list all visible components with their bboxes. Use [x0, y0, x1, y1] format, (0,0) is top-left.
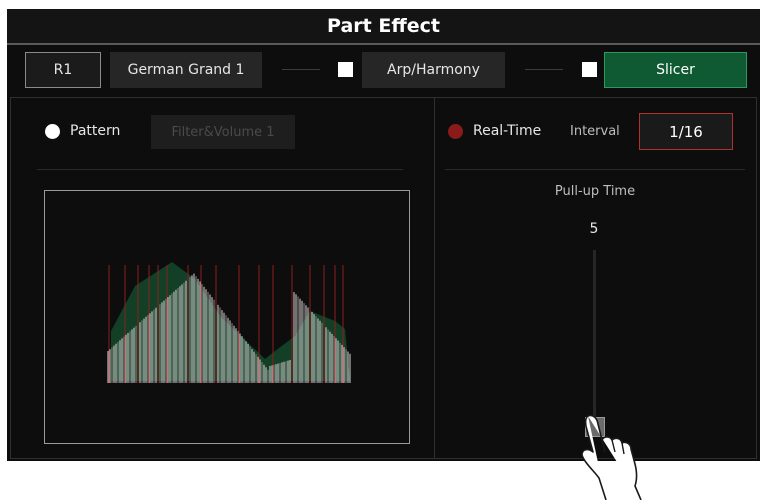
- realtime-radio-icon[interactable]: [448, 124, 463, 139]
- chain-connector: [282, 69, 320, 70]
- page-title: Part Effect: [7, 9, 760, 43]
- pullup-time-slider[interactable]: [593, 250, 596, 426]
- voice-select-button[interactable]: German Grand 1: [110, 52, 262, 88]
- panel-divider: [434, 98, 435, 458]
- chain-connector: [525, 69, 563, 70]
- slicer-checkbox-icon[interactable]: [582, 62, 597, 77]
- arp-harmony-button[interactable]: Arp/Harmony: [362, 52, 505, 88]
- right-separator: [445, 169, 745, 170]
- part-effect-screen: Part Effect R1 German Grand 1 Arp/Harmon…: [7, 9, 760, 461]
- slicer-button[interactable]: Slicer: [604, 52, 747, 88]
- interval-select[interactable]: 1/16: [639, 113, 733, 150]
- pattern-label: Pattern: [70, 123, 121, 139]
- pointing-hand-icon: [581, 414, 642, 500]
- pattern-select[interactable]: Filter&Volume 1: [151, 115, 295, 149]
- slicer-pattern-graph: [44, 190, 410, 444]
- pullup-time-value: 5: [589, 221, 599, 237]
- left-separator: [37, 169, 403, 170]
- pullup-time-label: Pull-up Time: [554, 184, 636, 199]
- title-divider: [7, 43, 760, 45]
- pattern-waveform: [107, 262, 351, 383]
- part-select-button[interactable]: R1: [25, 52, 101, 88]
- arp-harmony-checkbox-icon[interactable]: [338, 62, 353, 77]
- pattern-radio-icon[interactable]: [45, 124, 60, 139]
- interval-label: Interval: [570, 124, 620, 139]
- realtime-label: Real-Time: [473, 123, 542, 139]
